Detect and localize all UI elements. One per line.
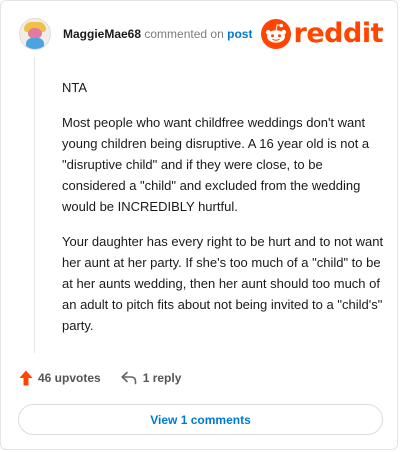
- upvote-button[interactable]: 46 upvotes: [19, 370, 101, 386]
- thread-line[interactable]: [34, 57, 35, 353]
- comment-card: MaggieMae68 commented on post reddit NTA…: [0, 0, 398, 450]
- comment-paragraph: Your daughter has every right to be hurt…: [62, 234, 384, 333]
- commented-on-text: commented on: [144, 27, 224, 41]
- reply-button[interactable]: 1 reply: [121, 371, 182, 385]
- reddit-snoo-icon: [260, 19, 291, 49]
- reddit-wordmark: reddit: [293, 18, 384, 49]
- user-avatar[interactable]: [19, 18, 51, 50]
- post-link[interactable]: post: [227, 27, 252, 41]
- reply-count: 1 reply: [142, 371, 182, 385]
- username-link[interactable]: MaggieMae68: [63, 27, 141, 41]
- comment-meta: MaggieMae68 commented on post: [63, 26, 252, 42]
- comment-header: MaggieMae68 commented on post reddit: [19, 17, 384, 51]
- upvote-count: 46 upvotes: [38, 371, 101, 385]
- reply-arrow-icon: [121, 371, 137, 385]
- upvote-arrow-icon: [19, 370, 33, 386]
- comment-body: NTA Most people who want childfree weddi…: [62, 77, 388, 350]
- comment-paragraph: Most people who want childfree weddings …: [62, 115, 370, 214]
- reddit-logo[interactable]: reddit: [260, 18, 384, 50]
- view-comments-button[interactable]: View 1 comments: [18, 404, 383, 435]
- comment-paragraph: NTA: [62, 80, 88, 95]
- comment-actions: 46 upvotes 1 reply: [19, 370, 181, 386]
